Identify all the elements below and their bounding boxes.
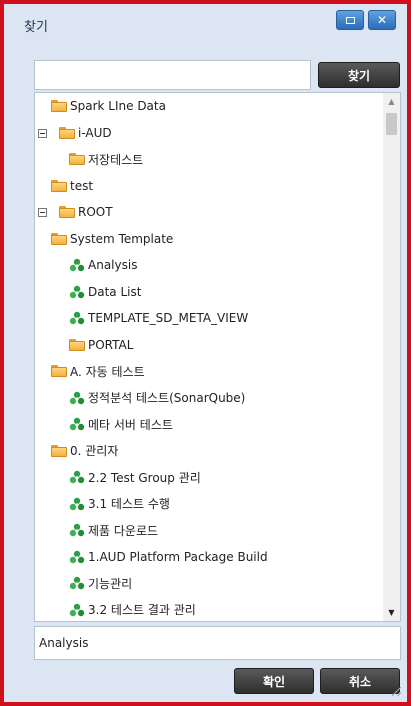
dialog-title: 찾기 [24,20,48,35]
folder-icon [51,100,67,112]
report-icon [69,311,85,325]
tree-folder-item[interactable]: ROOT [59,201,113,223]
tree-folder-item[interactable]: System Template [51,228,173,250]
tree-report-item[interactable]: 기능관리 [69,572,132,594]
tree-folder-item[interactable]: 0. 관리자 [51,440,118,462]
report-icon [69,258,85,272]
scroll-thumb[interactable] [386,113,397,135]
tree-report-item[interactable]: 3.1 테스트 수행 [69,493,170,515]
tree-item-label: ROOT [78,205,113,219]
folder-tree: ▲ ▼ Spark LIne Data i-AUD 저장테스트 test ROOT Sys… [34,92,401,622]
tree-item-label: i-AUD [78,125,112,140]
maximize-button[interactable] [336,10,364,30]
tree-item-label: Spark LIne Data [70,99,166,113]
search-button[interactable]: 찾기 [318,62,400,88]
folder-icon [69,153,85,165]
tree-expander-minus-icon[interactable] [38,208,47,217]
scroll-up-arrow-icon[interactable]: ▲ [383,93,400,110]
tree-item-label: TEMPLATE_SD_META_VIEW [88,311,249,325]
report-icon [69,576,85,590]
report-icon [69,391,85,404]
tree-report-item[interactable]: 제품 다운로드 [69,519,158,541]
folder-icon [51,444,67,457]
tree-item-label: 정적분석 테스트(SonarQube) [88,391,246,405]
report-icon [69,550,85,563]
cancel-button[interactable]: 취소 [320,668,400,694]
report-icon [69,470,85,484]
tree-item-label: Data List [88,284,142,299]
tree-item-label: 1.AUD Platform Package Build [88,549,268,564]
tree-item-label: 3.1 테스트 수행 [88,497,170,511]
tree-item-label: PORTAL [88,337,134,352]
folder-icon [69,338,85,351]
tree-report-item[interactable]: 2.2 Test Group 관리 [69,466,201,488]
find-dialog: 찾기 ✕ 찾기 ▲ ▼ Spark LIne Data i-AUD 저장테스트 tes… [0,0,411,706]
tree-item-label: 0. 관리자 [70,444,119,458]
tree-item-label: 제품 다운로드 [88,523,159,538]
tree-report-item[interactable]: TEMPLATE_SD_META_VIEW [69,307,248,329]
report-icon [69,285,85,298]
tree-report-item[interactable]: 메타 서버 테스트 [69,413,173,435]
folder-icon [59,206,75,218]
tree-folder-item[interactable]: A. 자동 테스트 [51,360,145,382]
search-button-label: 찾기 [347,68,371,83]
cancel-button-label: 취소 [348,674,372,689]
tree-item-label: 저장테스트 [88,152,144,167]
tree-folder-item[interactable]: 저장테스트 [69,148,143,170]
tree-item-label: 기능관리 [88,576,133,591]
folder-icon [59,126,75,139]
tree-item-label: test [70,178,94,193]
folder-icon [51,365,67,377]
tree-item-label: System Template [70,231,174,246]
ok-button-label: 확인 [262,674,286,689]
selected-item-value: Analysis [39,636,89,650]
tree-report-item[interactable]: Analysis [69,254,137,276]
close-button[interactable]: ✕ [368,10,396,30]
report-icon [69,523,85,537]
ok-button[interactable]: 확인 [234,668,314,694]
resize-grip-icon[interactable] [392,687,401,696]
tree-expander-minus-icon[interactable] [38,128,47,138]
tree-folder-item[interactable]: PORTAL [69,334,133,356]
tree-report-item[interactable]: 1.AUD Platform Package Build [69,546,268,568]
report-icon [69,417,85,431]
close-icon: ✕ [376,13,388,27]
tree-report-item[interactable]: 3.2 테스트 결과 관리 [69,599,196,621]
search-input[interactable] [34,60,311,90]
tree-scrollbar[interactable]: ▲ ▼ [383,93,400,621]
folder-icon [51,232,67,245]
tree-report-item[interactable]: 정적분석 테스트(SonarQube) [69,387,245,409]
tree-item-label: 2.2 Test Group 관리 [88,470,201,485]
tree-folder-item[interactable]: test [51,175,93,197]
scroll-down-arrow-icon[interactable]: ▼ [383,604,400,621]
tree-item-label: Analysis [88,258,138,272]
report-icon [69,603,85,616]
selected-item-field[interactable]: Analysis [34,626,401,660]
tree-item-label: 3.2 테스트 결과 관리 [88,603,196,617]
folder-icon [51,179,67,192]
maximize-icon [345,16,355,24]
tree-folder-item[interactable]: Spark LIne Data [51,95,166,117]
tree-report-item[interactable]: Data List [69,281,141,303]
tree-folder-item[interactable]: i-AUD [59,122,112,144]
report-icon [69,497,85,510]
tree-item-label: A. 자동 테스트 [70,364,145,379]
tree-item-label: 메타 서버 테스트 [88,417,173,432]
